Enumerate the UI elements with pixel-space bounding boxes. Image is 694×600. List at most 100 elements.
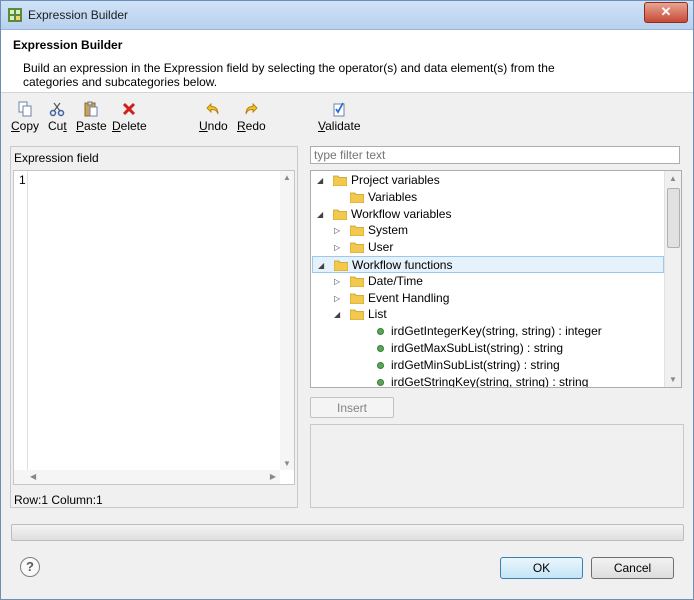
gutter-divider [27, 171, 28, 470]
tree-item-label: System [368, 223, 409, 238]
cut-button[interactable]: Cut [48, 101, 67, 133]
delete-icon [123, 102, 136, 116]
tree-folder-item[interactable]: ▷ Event Handling [311, 290, 661, 307]
folder-icon [350, 309, 364, 321]
filter-input[interactable] [310, 146, 680, 164]
redo-label: edo [245, 119, 266, 133]
delete-button[interactable]: Delete [112, 101, 147, 133]
tree-scroll-thumb[interactable] [667, 188, 680, 248]
collapsed-arrow-icon[interactable]: ▷ [334, 222, 340, 239]
category-tree[interactable]: irdGetStringKey(string, string) : string… [310, 170, 682, 388]
tree-function-item[interactable]: irdGetMinSubList(string) : string [311, 357, 661, 374]
folder-icon [350, 225, 364, 237]
tree-item-label: List [368, 307, 387, 322]
ok-button[interactable]: OK [500, 557, 583, 579]
collapsed-arrow-icon[interactable]: ▷ [334, 273, 340, 290]
folder-icon [350, 242, 364, 254]
validate-button[interactable]: Validate [318, 101, 361, 133]
redo-button[interactable]: Redo [237, 101, 266, 133]
tree-item-label: Workflow variables [351, 206, 452, 221]
tree-scroll-up-icon[interactable]: ▲ [669, 174, 677, 183]
folder-icon [350, 192, 364, 203]
expanded-arrow-icon[interactable]: ◢ [318, 257, 324, 274]
expanded-arrow-icon[interactable]: ◢ [317, 206, 323, 223]
copy-button[interactable]: Copy [11, 101, 39, 133]
tree-folder-item[interactable]: ◢ List [311, 306, 661, 323]
delete-label: elete [120, 119, 147, 133]
help-icon[interactable]: ? [20, 557, 40, 577]
tree-folder-item[interactable]: Variables [311, 189, 661, 206]
tree-item-label: irdGetMaxSubList(string) : string [391, 341, 564, 355]
paste-button[interactable]: Paste [76, 101, 107, 133]
app-icon [8, 8, 22, 22]
folder-icon [350, 276, 364, 287]
folder-icon [350, 293, 364, 304]
undo-button[interactable]: Undo [199, 101, 228, 133]
editor-vertical-scrollbar[interactable]: ▲ ▼ [280, 171, 294, 470]
expanded-arrow-icon[interactable]: ◢ [334, 306, 340, 323]
item-description-panel [310, 424, 684, 508]
tree-folder-item[interactable]: ▷ Date/Time [311, 273, 661, 290]
clipboard-icon [84, 101, 98, 117]
header-description: Build an expression in the Expression fi… [23, 61, 555, 89]
redo-mnemonic: R [237, 119, 246, 133]
tree-item-label: irdGetIntegerKey(string, string) : integ… [391, 324, 602, 339]
copy-mnemonic: C [11, 119, 20, 133]
function-icon [377, 328, 384, 336]
scroll-down-icon[interactable]: ▼ [283, 459, 291, 468]
tree-item-label: Workflow functions [352, 258, 453, 272]
validate-label: alidate [325, 119, 361, 133]
cut-mnemonic: t [63, 119, 67, 133]
window-title: Expression Builder [28, 8, 129, 22]
tree-function-item[interactable]: irdGetIntegerKey(string, string) : integ… [311, 323, 661, 340]
tree-item-label: Project variables [351, 173, 440, 187]
tree-vertical-scrollbar[interactable]: ▲ ▼ [664, 171, 681, 387]
tree-folder-item[interactable]: ▷ User [311, 239, 661, 256]
function-icon [377, 378, 384, 386]
tree-folder-item[interactable]: ◢ Workflow variables [311, 206, 661, 223]
progress-bar [11, 524, 684, 541]
paste-label: aste [84, 119, 107, 133]
copy-icon [18, 101, 32, 117]
collapsed-arrow-icon[interactable]: ▷ [334, 239, 340, 256]
tree-folder-item[interactable]: ▷ System [311, 222, 661, 239]
scroll-left-icon[interactable]: ◀ [30, 472, 36, 481]
scroll-up-icon[interactable]: ▲ [283, 173, 291, 182]
undo-icon [206, 102, 219, 115]
scissors-icon [50, 102, 65, 117]
paste-mnemonic: P [76, 119, 85, 133]
undo-label: ndo [207, 119, 228, 133]
tree-item-label: Variables [368, 189, 418, 204]
tree-function-item[interactable]: irdGetMaxSubList(string) : string [311, 340, 661, 357]
tree-item-label: irdGetMinSubList(string) : string [391, 357, 560, 372]
copy-label: opy [19, 119, 40, 133]
line-number: 1 [19, 173, 26, 187]
tree-item-label: User [368, 240, 394, 255]
function-icon [377, 345, 384, 352]
insert-button[interactable]: Insert [310, 397, 394, 418]
scroll-right-icon[interactable]: ▶ [270, 472, 276, 481]
tree-scroll-down-icon[interactable]: ▼ [669, 375, 677, 384]
cancel-button[interactable]: Cancel [591, 557, 674, 579]
cut-label: Cu [48, 119, 64, 133]
tree-folder-item[interactable]: ◢ Project variables [311, 172, 661, 189]
folder-icon [333, 175, 347, 186]
cursor-position-status: Row:1 Column:1 [14, 493, 103, 507]
close-button[interactable]: ✕ [644, 2, 688, 23]
close-icon: ✕ [660, 4, 672, 19]
tree-item-label: irdGetStringKey(string, string) : string [391, 374, 589, 388]
tree-folder-item[interactable]: ◢ Workflow functions [312, 256, 664, 273]
folder-icon [334, 260, 348, 271]
title-bar[interactable]: Expression Builder ✕ [1, 1, 693, 30]
collapsed-arrow-icon[interactable]: ▷ [334, 290, 340, 307]
folder-icon [333, 209, 347, 220]
tree-item-label: Event Handling [368, 290, 450, 305]
expression-editor[interactable]: 1 ▲ ▼ ◀ ▶ [13, 170, 295, 485]
editor-horizontal-scrollbar[interactable]: ◀ ▶ [14, 470, 280, 484]
dialog-header: Expression Builder Build an expression i… [1, 30, 693, 93]
tree-function-item[interactable]: irdGetStringKey(string, string) : string [311, 374, 661, 388]
expression-field-label: Expression field [14, 151, 99, 165]
expanded-arrow-icon[interactable]: ◢ [317, 172, 323, 189]
validate-icon [333, 102, 345, 117]
tree-item-label: Date/Time [368, 273, 423, 288]
